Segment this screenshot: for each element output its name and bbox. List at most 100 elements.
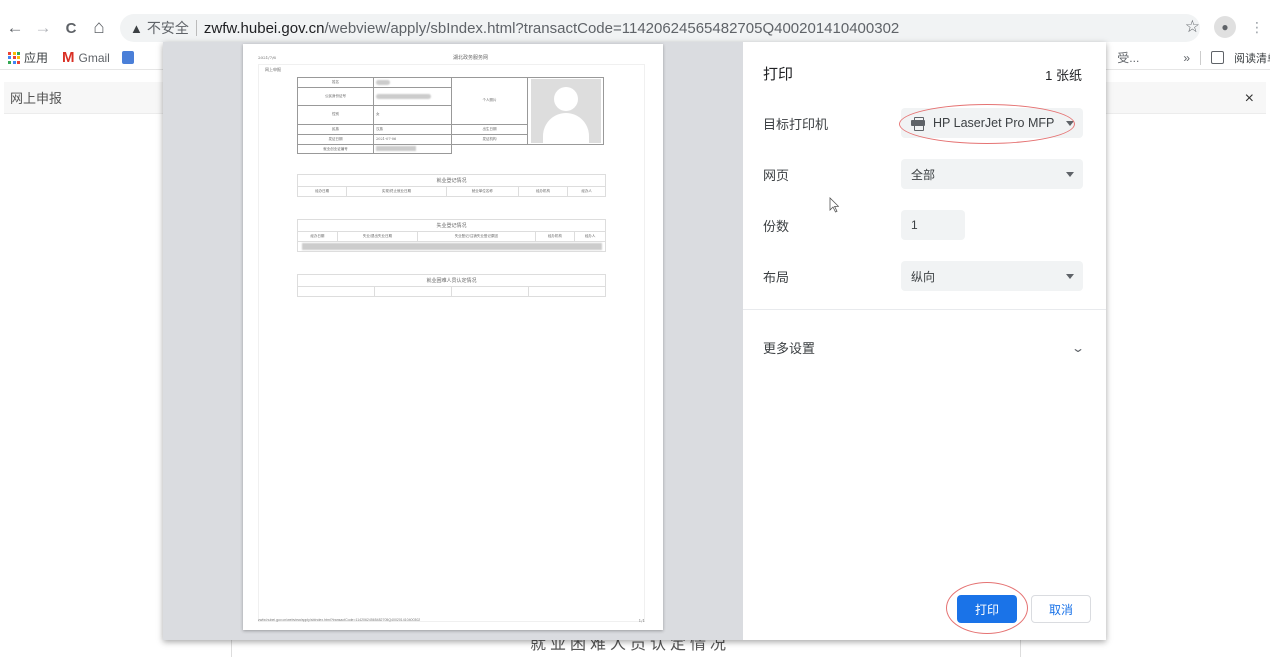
preview-footer-url: zwfw.hubei.gov.cn/webview/apply/sbIndex.…	[258, 618, 421, 622]
destination-select[interactable]: HP LaserJet Pro MFP	[901, 108, 1083, 138]
preview-date: 2021/7/6	[258, 55, 276, 60]
close-icon[interactable]: ×	[1245, 90, 1254, 108]
table-header: 经办日期	[296, 186, 348, 197]
destination-row: 目标打印机 HP LaserJet Pro MFP	[763, 108, 1083, 138]
table-row	[297, 286, 607, 297]
url-text[interactable]: zwfw.hubei.gov.cn/webview/apply/sbIndex.…	[204, 20, 899, 37]
more-settings-toggle[interactable]: 更多设置 ⌄	[763, 338, 1086, 357]
table-cell: 公民身份证号	[297, 87, 374, 107]
table-header: 经办机构	[534, 231, 576, 242]
caret-down-icon	[1066, 172, 1074, 177]
table-row: 失业登记情况	[297, 219, 606, 232]
profile-avatar-icon[interactable]: ●	[1214, 16, 1236, 38]
url-host: zwfw.hubei.gov.cn	[203, 19, 325, 37]
table-header: 经办人	[567, 186, 606, 197]
cancel-button[interactable]: 取消	[1031, 595, 1091, 623]
layout-row: 布局 纵向	[763, 261, 1083, 291]
copies-input[interactable]: 1	[901, 210, 965, 240]
table-cell: 发证机构	[451, 133, 528, 146]
printer-icon	[911, 117, 925, 131]
page-divider	[231, 640, 232, 657]
bookmarks-overflow-icon[interactable]: »	[1183, 51, 1190, 65]
bookmark-truncated[interactable]: 受...	[1117, 49, 1139, 66]
table-row: 姓名 个人照片	[297, 76, 604, 145]
preview-title: 湖北政务服务网	[453, 55, 489, 61]
table-cell: 出生日期	[451, 123, 528, 135]
bookmarks-right: 受... » 阅读清单	[1117, 49, 1270, 66]
bookmark-doc[interactable]	[121, 51, 134, 64]
bookmark-apps[interactable]: 应用	[8, 49, 48, 66]
table-row: 经办日期 失业/退出失业日期 失业登记/注销失业登记原因 经办机构 经办人	[297, 231, 606, 242]
print-button[interactable]: 打印	[957, 595, 1017, 623]
preview-page-number: 1/1	[638, 618, 645, 623]
bookmark-apps-label: 应用	[24, 51, 49, 65]
table-cell: 发证日期	[297, 133, 374, 146]
destination-value: HP LaserJet Pro MFP	[933, 116, 1055, 130]
more-settings-label: 更多设置	[763, 341, 816, 356]
table-cell	[373, 144, 452, 154]
pages-label: 网页	[763, 167, 790, 183]
preview-info-table: 姓名 个人照片 公民身份证号 性别 女 民族 汉族 出生日期 发证日期 2021…	[297, 76, 604, 154]
forward-button[interactable]: →	[30, 15, 56, 41]
copies-label: 份数	[763, 218, 790, 234]
settings-divider	[743, 309, 1106, 310]
table-cell	[373, 76, 452, 89]
table-row: 就业创业证编号	[297, 144, 604, 154]
table-cell	[297, 286, 375, 297]
table-header: 就业单位名称	[445, 186, 519, 197]
layout-value: 纵向	[911, 269, 936, 284]
sheet-count: 1 张纸	[1045, 68, 1082, 83]
caret-down-icon	[1066, 274, 1074, 279]
table-header: 经办机构	[517, 186, 569, 197]
gmail-icon: M	[62, 49, 75, 66]
table-row: 就业困难人员认定情况	[297, 274, 606, 287]
back-button[interactable]: ←	[2, 15, 28, 41]
destination-label: 目标打印机	[763, 116, 829, 132]
chevron-down-icon: ⌄	[1070, 340, 1086, 355]
reading-list-label[interactable]: 阅读清单	[1234, 50, 1270, 66]
bookmarks-separator	[1200, 50, 1201, 65]
photo-cell	[527, 77, 604, 145]
print-settings-panel: 打印 1 张纸 目标打印机 HP LaserJet Pro MFP 网页 全部 …	[743, 42, 1106, 640]
table-cell: 女	[373, 105, 452, 125]
table-header: 经办人	[574, 231, 606, 242]
omnibox-separator	[195, 20, 197, 36]
table-cell: 就业创业证编号	[297, 144, 374, 154]
table-cell	[527, 286, 607, 297]
bookmark-gmail[interactable]: M Gmail	[62, 49, 110, 66]
table-caption: 就业困难人员认定情况	[297, 274, 606, 287]
table-caption: 失业登记情况	[297, 219, 606, 232]
doc-icon	[121, 51, 134, 64]
table-row: 经办日期 实现/终止就业日期 就业单位名称 经办机构 经办人	[296, 186, 606, 197]
table-cell	[450, 286, 529, 297]
table-cell	[373, 87, 452, 107]
table-header: 实现/终止就业日期	[346, 186, 447, 197]
difficulty-table: 就业困难人员认定情况	[297, 274, 607, 297]
copies-row: 份数 1	[763, 210, 1083, 240]
menu-icon[interactable]: ⋮	[1250, 19, 1264, 36]
home-button[interactable]: ⌂	[86, 15, 112, 41]
warning-triangle-icon[interactable]: ▲	[130, 21, 143, 36]
print-dialog: 2021/7/6 湖北政务服务网 网上申报 姓名 个人照片 公民身份证号 性别 …	[163, 42, 1106, 640]
pages-value: 全部	[911, 167, 936, 182]
photo-label: 个人照片	[451, 77, 528, 125]
pages-select[interactable]: 全部	[901, 159, 1083, 189]
layout-select[interactable]: 纵向	[901, 261, 1083, 291]
table-cell: 性别	[297, 105, 374, 125]
apps-grid-icon	[8, 51, 20, 64]
page-divider	[1020, 640, 1021, 657]
toolbar-right: ☆ ● ⋮	[1185, 16, 1264, 38]
table-cell: 民族	[297, 123, 374, 135]
reading-list-icon[interactable]	[1211, 51, 1224, 64]
unemployment-table: 失业登记情况 经办日期 失业/退出失业日期 失业登记/注销失业登记原因 经办机构…	[297, 219, 606, 252]
table-header: 失业/退出失业日期	[336, 231, 419, 242]
bookmark-star-icon[interactable]: ☆	[1185, 17, 1200, 37]
reload-button[interactable]: C	[58, 15, 84, 41]
table-cell: 汉族	[373, 123, 452, 135]
table-header: 失业登记/注销失业登记原因	[417, 231, 536, 242]
table-row: 就业登记情况	[297, 174, 606, 187]
table-caption: 就业登记情况	[297, 174, 606, 187]
security-label[interactable]: 不安全	[147, 18, 189, 38]
address-bar[interactable]: ▲ 不安全 zwfw.hubei.gov.cn/webview/apply/sb…	[120, 14, 1200, 42]
layout-label: 布局	[763, 269, 790, 285]
